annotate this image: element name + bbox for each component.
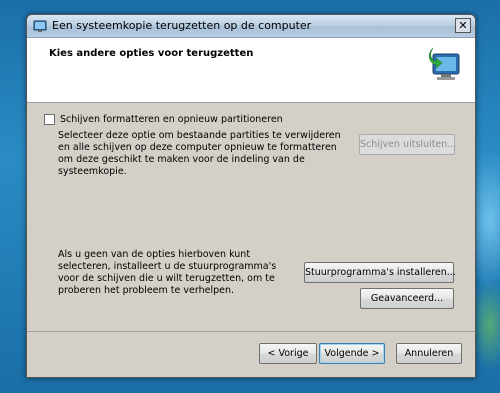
driver-option-description: Als u geen van de opties hierboven kunt … (58, 249, 277, 296)
format-partition-label[interactable]: Schijven formatteren en opnieuw partitio… (60, 114, 283, 125)
app-window-icon (33, 20, 47, 32)
format-partition-checkbox[interactable] (44, 114, 55, 125)
install-drivers-button[interactable]: Stuurprogramma's installeren... (304, 262, 456, 283)
page-title: Kies andere opties voor terugzetten (49, 48, 254, 59)
restore-dialog: Een systeemkopie terugzetten op de compu… (26, 14, 476, 378)
footer-divider (27, 331, 475, 332)
title-bar[interactable]: Een systeemkopie terugzetten op de compu… (27, 15, 475, 38)
exclude-disks-button[interactable]: Schijven uitsluiten... (359, 134, 456, 155)
next-button[interactable]: Volgende > (319, 343, 385, 364)
back-button[interactable]: < Vorige (259, 343, 317, 364)
window-title: Een systeemkopie terugzetten op de compu… (52, 19, 312, 32)
format-option-description: Selecteer deze optie om bestaande partit… (58, 130, 341, 177)
wizard-header: Kies andere opties voor terugzetten (27, 38, 475, 103)
cancel-button[interactable]: Annuleren (396, 343, 462, 364)
close-button[interactable]: ✕ (455, 18, 471, 33)
computer-restore-icon (428, 47, 460, 80)
advanced-button[interactable]: Geavanceerd... (360, 288, 454, 309)
close-icon: ✕ (458, 19, 468, 32)
